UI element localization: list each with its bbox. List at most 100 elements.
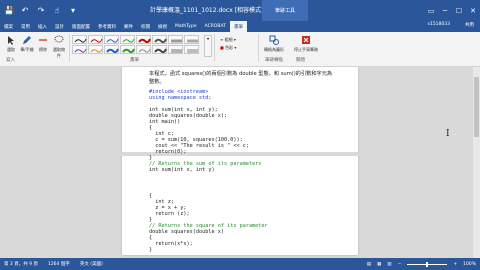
ink-tools-context-label: 筆跡工具 xyxy=(262,0,308,21)
select-tool-label: 選取 xyxy=(7,47,15,52)
pen-swatch[interactable] xyxy=(120,35,135,44)
pen-tool[interactable]: 筆/手繪 xyxy=(20,35,34,53)
status-bar: 第 3 頁，共 9 頁 1264 個字 英文 (美國) ▤ ▦ ▥ − + 10… xyxy=(0,258,480,270)
pen-stroke-icon xyxy=(138,38,151,44)
ink-to-shape-label: 轉換為圖形 xyxy=(264,47,284,52)
maximize-button[interactable]: ☐ xyxy=(452,0,466,21)
code-line: } xyxy=(149,247,153,253)
pen-stroke-icon xyxy=(90,38,103,43)
stop-inking-label: 停止手寫筆跡 xyxy=(294,47,318,52)
zoom-in-button[interactable]: + xyxy=(453,262,457,267)
customize-qat-icon[interactable]: ▾ xyxy=(68,6,78,15)
tab-file[interactable]: 檔案 xyxy=(0,21,17,32)
stop-ink-icon xyxy=(302,36,310,44)
paragraph-line: 整數。 xyxy=(149,79,165,85)
pen-stroke-icon xyxy=(138,48,151,53)
thickness-dropdown[interactable]: ≡ 粗細 ▾ xyxy=(220,37,236,43)
code-line: using namespace std; xyxy=(149,95,212,101)
eraser-tool-label: 擦除 xyxy=(39,47,47,52)
pen-swatch[interactable] xyxy=(136,35,151,44)
redo-icon[interactable]: ↷ xyxy=(36,6,46,15)
touch-mode-icon[interactable]: ☝ xyxy=(52,6,62,15)
quick-access-toolbar: 💾 ↶ ↷ ☝ ▾ xyxy=(0,0,78,21)
page-count[interactable]: 第 3 頁，共 9 頁 xyxy=(4,261,38,267)
pen-swatch[interactable] xyxy=(168,45,183,54)
pen-icon xyxy=(23,36,31,44)
ibeam-cursor-icon: I xyxy=(446,129,450,139)
stop-inking-button[interactable]: 停止手寫筆跡 xyxy=(292,35,320,53)
zoom-level[interactable]: 100% xyxy=(463,262,476,267)
color-label: 色彩 xyxy=(225,45,234,50)
code-line: return(x*x); xyxy=(149,241,193,247)
web-layout-icon[interactable]: ▥ xyxy=(387,262,391,267)
language-indicator[interactable]: 英文 (美國) xyxy=(80,261,103,267)
tab-design[interactable]: 設計 xyxy=(51,21,68,32)
highlighter-stroke-icon xyxy=(171,49,182,53)
pen-tool-label: 筆/手繪 xyxy=(20,47,34,52)
share-button[interactable]: 共用 xyxy=(465,22,474,28)
eraser-tool[interactable]: 擦除 xyxy=(36,35,50,53)
pen-swatch[interactable] xyxy=(168,35,183,44)
group-write-label: 寫入 xyxy=(6,58,15,63)
pen-stroke-icon xyxy=(74,38,87,43)
thickness-label: 粗細 xyxy=(224,37,233,42)
ribbon-separator xyxy=(258,34,259,62)
pen-swatch[interactable] xyxy=(72,45,87,54)
pen-swatch[interactable] xyxy=(120,45,135,54)
pen-swatch[interactable] xyxy=(104,35,119,44)
tab-view[interactable]: 檢視 xyxy=(154,21,171,32)
undo-icon[interactable]: ↶ xyxy=(20,6,30,15)
pen-swatch[interactable] xyxy=(88,35,103,44)
pen-swatch[interactable] xyxy=(72,35,87,44)
minimize-button[interactable]: ─ xyxy=(438,0,452,21)
tab-mailings[interactable]: 郵件 xyxy=(120,21,137,32)
pen-swatch[interactable] xyxy=(136,45,151,54)
color-dropdown[interactable]: ■ 色彩 ▾ xyxy=(220,45,236,51)
pen-stroke-icon xyxy=(154,48,167,54)
print-layout-icon[interactable]: ▦ xyxy=(377,262,381,267)
thickness-icon: ≡ xyxy=(220,37,224,42)
pen-stroke-icon xyxy=(122,38,135,43)
read-mode-icon[interactable]: ▤ xyxy=(367,262,371,267)
pen-swatch[interactable] xyxy=(88,45,103,54)
tab-review[interactable]: 校閱 xyxy=(137,21,154,32)
pen-swatch[interactable] xyxy=(104,45,119,54)
tab-layout[interactable]: 版面配置 xyxy=(68,21,94,32)
ribbon-display-icon[interactable]: ▭ xyxy=(424,0,438,21)
group-close-label: 關閉 xyxy=(296,58,305,63)
pen-swatch[interactable] xyxy=(184,45,199,54)
tab-references[interactable]: 參考資料 xyxy=(94,21,120,32)
close-button[interactable]: ✕ xyxy=(466,0,480,21)
tab-mathtype[interactable]: MathType xyxy=(171,21,201,32)
user-name[interactable]: s1518033 xyxy=(428,22,450,27)
tab-insert[interactable]: 插入 xyxy=(34,21,51,32)
color-icon: ■ xyxy=(220,45,224,50)
pen-swatch[interactable] xyxy=(184,35,199,44)
code-line: return(0); xyxy=(149,149,187,155)
select-objects-tool[interactable]: 選取物件 xyxy=(52,35,66,59)
pen-swatch[interactable] xyxy=(152,35,167,44)
vertical-scrollbar[interactable] xyxy=(473,67,480,258)
ink-to-shape-button[interactable]: 轉換為圖形 xyxy=(263,35,285,53)
word-count[interactable]: 1264 個字 xyxy=(48,261,70,267)
group-convert-label: 筆跡轉換 xyxy=(265,58,283,63)
zoom-slider-thumb[interactable] xyxy=(426,261,429,267)
tab-pens[interactable]: 畫筆 xyxy=(229,21,247,32)
scrollbar-thumb[interactable] xyxy=(474,77,479,137)
select-tool[interactable]: 選取 xyxy=(4,35,18,53)
code-line: int sum(int x, int y) xyxy=(149,167,215,173)
ribbon-tabs: 檔案 常用 插入 設計 版面配置 參考資料 郵件 校閱 檢視 MathType … xyxy=(0,21,480,32)
lasso-icon xyxy=(54,35,64,43)
zoom-slider[interactable] xyxy=(407,261,448,267)
eraser-icon xyxy=(39,39,47,43)
save-icon[interactable]: 💾 xyxy=(4,6,14,15)
pen-swatch[interactable] xyxy=(152,45,167,54)
tab-acrobat[interactable]: ACROBAT xyxy=(201,21,230,32)
highlighter-stroke-icon xyxy=(171,39,182,43)
zoom-out-button[interactable]: − xyxy=(398,262,402,267)
pen-stroke-icon xyxy=(106,38,119,43)
title-bar: 💾 ↶ ↷ ☝ ▾ 計學康概溫_1101_1012.docx [相容模式] - … xyxy=(0,0,480,21)
tab-home[interactable]: 常用 xyxy=(17,21,34,32)
gallery-more-button[interactable]: ▾ xyxy=(204,35,212,57)
pen-stroke-icon xyxy=(106,48,119,54)
